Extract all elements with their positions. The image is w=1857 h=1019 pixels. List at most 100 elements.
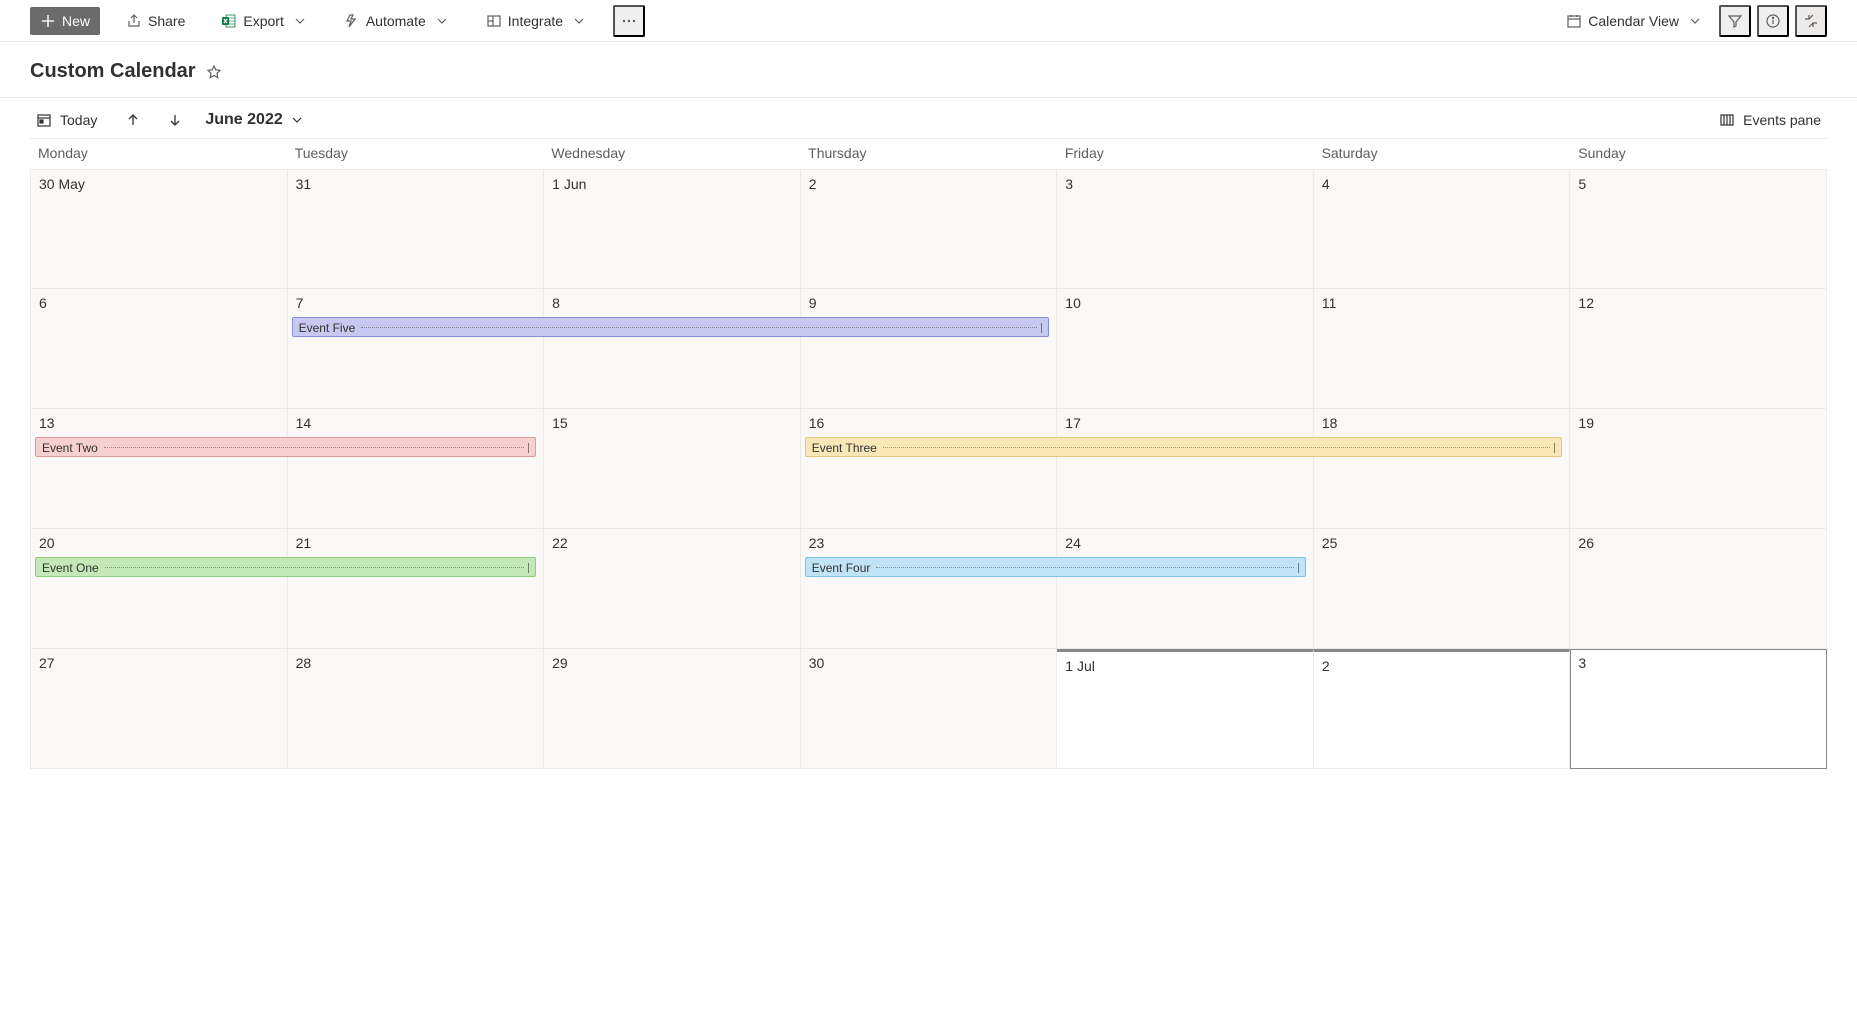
- date-label: 14: [296, 415, 312, 431]
- calendar-cell[interactable]: 3: [1057, 169, 1314, 289]
- calendar-cell[interactable]: 24: [1057, 529, 1314, 649]
- calendar-event[interactable]: Event One: [35, 557, 536, 577]
- date-label: 2: [809, 176, 817, 192]
- command-bar: New Share Export Automate Integrate: [0, 0, 1857, 42]
- prev-month-button[interactable]: [121, 108, 145, 132]
- automate-icon: [344, 13, 360, 29]
- collapse-icon: [1803, 13, 1819, 29]
- calendar-cell[interactable]: 4: [1314, 169, 1571, 289]
- calendar-cell[interactable]: 13: [31, 409, 288, 529]
- event-title: Event Two: [42, 441, 98, 455]
- calendar-cell[interactable]: 19: [1570, 409, 1827, 529]
- calendar-cell[interactable]: 28: [288, 649, 545, 769]
- collapse-button[interactable]: [1795, 5, 1827, 37]
- day-header-cell: Saturday: [1314, 139, 1571, 169]
- date-label: 2: [1322, 658, 1330, 674]
- calendar-cell[interactable]: 29: [544, 649, 801, 769]
- filter-button[interactable]: [1719, 5, 1751, 37]
- date-label: 27: [39, 655, 55, 671]
- calendar-cell[interactable]: 20: [31, 529, 288, 649]
- ellipsis-icon: [621, 13, 637, 29]
- calendar-cell[interactable]: 8: [544, 289, 801, 409]
- day-header-cell: Wednesday: [543, 139, 800, 169]
- export-button[interactable]: Export: [211, 7, 317, 35]
- day-header-cell: Thursday: [800, 139, 1057, 169]
- calendar-cell[interactable]: 22: [544, 529, 801, 649]
- calendar-cell[interactable]: 18: [1314, 409, 1571, 529]
- calendar-nav-bar: Today June 2022 Events pane: [0, 98, 1857, 138]
- favorite-star-icon[interactable]: [206, 64, 222, 80]
- share-button[interactable]: Share: [116, 7, 195, 35]
- arrow-up-icon: [125, 112, 141, 128]
- calendar-cell[interactable]: 10: [1057, 289, 1314, 409]
- date-label: 3: [1578, 655, 1586, 671]
- date-label: 23: [809, 535, 825, 551]
- next-month-button[interactable]: [163, 108, 187, 132]
- calendar-cell[interactable]: 26: [1570, 529, 1827, 649]
- date-label: 8: [552, 295, 560, 311]
- page-title: Custom Calendar: [30, 60, 196, 83]
- calendar-cell[interactable]: 7: [288, 289, 545, 409]
- month-picker[interactable]: June 2022: [205, 111, 304, 129]
- view-switcher-button[interactable]: Calendar View: [1556, 7, 1713, 35]
- calendar-cell[interactable]: 14: [288, 409, 545, 529]
- date-label: 25: [1322, 535, 1338, 551]
- calendar-cell[interactable]: 25: [1314, 529, 1571, 649]
- events-pane-icon: [1719, 112, 1735, 128]
- automate-button[interactable]: Automate: [334, 7, 460, 35]
- calendar-cell[interactable]: 1 Jul: [1057, 649, 1314, 769]
- calendar-cell[interactable]: 23: [801, 529, 1058, 649]
- date-label: 12: [1578, 295, 1594, 311]
- calendar-cell[interactable]: 31: [288, 169, 545, 289]
- date-label: 30 May: [39, 176, 85, 192]
- calendar-cell[interactable]: 27: [31, 649, 288, 769]
- calendar-event[interactable]: Event Five: [292, 317, 1050, 337]
- calendar-cell[interactable]: 9: [801, 289, 1058, 409]
- new-button[interactable]: New: [30, 7, 100, 35]
- date-label: 6: [39, 295, 47, 311]
- date-label: 17: [1065, 415, 1081, 431]
- new-label: New: [62, 13, 90, 29]
- event-title: Event Three: [812, 441, 877, 455]
- info-button[interactable]: [1757, 5, 1789, 37]
- calendar-cell[interactable]: 30 May: [31, 169, 288, 289]
- calendar-icon: [1566, 13, 1582, 29]
- calendar-cell[interactable]: 3: [1570, 649, 1827, 769]
- calendar-cell[interactable]: 2: [1314, 649, 1571, 769]
- calendar-event[interactable]: Event Four: [805, 557, 1306, 577]
- calendar-cell[interactable]: 12: [1570, 289, 1827, 409]
- date-label: 26: [1578, 535, 1594, 551]
- date-label: 21: [296, 535, 312, 551]
- date-label: 9: [809, 295, 817, 311]
- calendar-cell[interactable]: 1 Jun: [544, 169, 801, 289]
- date-label: 11: [1322, 295, 1337, 311]
- calendar-cell[interactable]: 6: [31, 289, 288, 409]
- plus-icon: [40, 13, 56, 29]
- day-header-cell: Friday: [1057, 139, 1314, 169]
- event-title: Event Four: [812, 561, 871, 575]
- calendar-cell[interactable]: 11: [1314, 289, 1571, 409]
- date-label: 29: [552, 655, 568, 671]
- calendar-cell[interactable]: 16: [801, 409, 1058, 529]
- arrow-down-icon: [167, 112, 183, 128]
- date-label: 1 Jul: [1065, 658, 1095, 674]
- share-icon: [126, 13, 142, 29]
- events-pane-button[interactable]: Events pane: [1713, 108, 1827, 132]
- calendar-event[interactable]: Event Two: [35, 437, 536, 457]
- calendar-cell[interactable]: 21: [288, 529, 545, 649]
- calendar-event[interactable]: Event Three: [805, 437, 1563, 457]
- integrate-button[interactable]: Integrate: [476, 7, 597, 35]
- today-button[interactable]: Today: [30, 108, 103, 132]
- calendar-cell[interactable]: 30: [801, 649, 1058, 769]
- calendar-cell[interactable]: 17: [1057, 409, 1314, 529]
- day-header-cell: Monday: [30, 139, 287, 169]
- calendar-cell[interactable]: 15: [544, 409, 801, 529]
- more-button[interactable]: [613, 5, 645, 37]
- calendar-cell[interactable]: 5: [1570, 169, 1827, 289]
- day-header-cell: Sunday: [1570, 139, 1827, 169]
- date-label: 24: [1065, 535, 1081, 551]
- integrate-icon: [486, 13, 502, 29]
- excel-icon: [221, 13, 237, 29]
- filter-icon: [1727, 13, 1743, 29]
- calendar-cell[interactable]: 2: [801, 169, 1058, 289]
